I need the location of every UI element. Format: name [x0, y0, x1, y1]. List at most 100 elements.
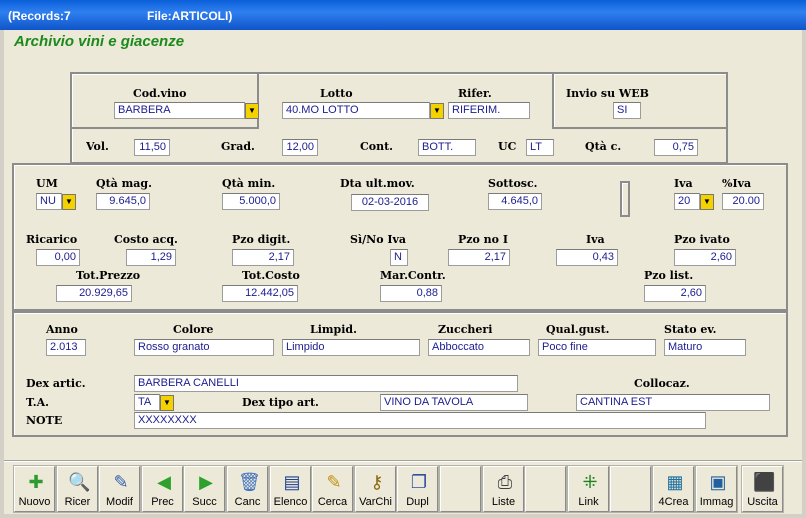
anno-label: Anno — [46, 323, 78, 336]
toolbar-button-label: Nuovo — [18, 496, 51, 508]
totcosto-field[interactable]: 12.442,05 — [222, 285, 298, 302]
page-title: Archivio vini e giacenze — [14, 33, 185, 50]
sottosc-label: Sottosc. — [488, 177, 538, 190]
piva-field[interactable]: 20.00 — [722, 193, 764, 210]
web-field[interactable]: SI — [613, 102, 641, 119]
marcontr-field[interactable]: 0,88 — [380, 285, 442, 302]
uc-label: UC — [498, 140, 517, 153]
toolbar-button-label: Uscita — [747, 496, 778, 508]
toolbar-button-label: Canc — [234, 496, 261, 508]
cod-vino-box — [70, 72, 259, 129]
sino-label: Sì/No Iva — [350, 233, 407, 246]
sino-field[interactable]: N — [390, 249, 408, 266]
uc-field[interactable]: LT — [526, 139, 554, 156]
prec-button[interactable]: ◀ Prec — [141, 465, 184, 513]
ricarico-label: Ricarico — [26, 233, 78, 246]
dextipo-label: Dex tipo art. — [242, 396, 319, 409]
costo-label: Costo acq. — [114, 233, 178, 246]
cod-vino-field[interactable]: BARBERA — [114, 102, 245, 119]
arrow-right-icon: ▶ — [199, 472, 213, 492]
cerca-button[interactable]: ✎ Cerca — [311, 465, 354, 513]
elenco-button[interactable]: ▤ Elenco — [269, 465, 312, 513]
qtac-label: Qtà c. — [585, 140, 622, 153]
lotto-dropdown-icon[interactable]: ▼ — [430, 103, 444, 119]
qual-field[interactable]: Poco fine — [538, 339, 656, 356]
qtamin-field[interactable]: 5.000,0 — [222, 193, 280, 210]
pzodig-field[interactable]: 2,17 — [232, 249, 294, 266]
dextipo-field[interactable]: VINO DA TAVOLA — [380, 394, 528, 411]
lotto-label: Lotto — [320, 87, 353, 100]
piva-label: %Iva — [722, 177, 752, 190]
toolbar-button-label: Liste — [491, 496, 516, 508]
toolbar-button-label: Succ — [192, 496, 217, 508]
pzolist-label: Pzo list. — [644, 269, 694, 282]
colloc-field[interactable]: CANTINA EST — [576, 394, 770, 411]
uscita-button[interactable]: ⬛ Uscita — [741, 465, 784, 513]
toolbar-button-label: Modif — [106, 496, 133, 508]
limpid-field[interactable]: Limpido — [282, 339, 420, 356]
4crea-button[interactable]: ▦ 4Crea — [652, 465, 695, 513]
ta-dropdown-icon[interactable]: ▼ — [160, 395, 174, 411]
totprezzo-field[interactable]: 20.929,65 — [56, 285, 132, 302]
colore-label: Colore — [173, 323, 214, 336]
pzolist-field[interactable]: 2,60 — [644, 285, 706, 302]
anno-field[interactable]: 2.013 — [46, 339, 86, 356]
colore-field[interactable]: Rosso granato — [134, 339, 274, 356]
canc-button[interactable]: 🗑 Canc — [226, 465, 269, 513]
vol-field[interactable]: 11,50 — [134, 139, 170, 156]
zuccheri-label: Zuccheri — [438, 323, 493, 336]
immag-button[interactable]: ▣ Immag — [695, 465, 738, 513]
colloc-label: Collocaz. — [634, 377, 690, 390]
file-name: File:ARTICOLI) — [147, 9, 233, 23]
um-dropdown-icon[interactable]: ▼ — [62, 194, 76, 210]
costo-field[interactable]: 1,29 — [126, 249, 176, 266]
new-record-icon: ✚ — [28, 472, 44, 492]
lotto-field[interactable]: 40.MO LOTTO — [282, 102, 430, 119]
iva2-field[interactable]: 0,43 — [556, 249, 618, 266]
sottosc-field[interactable]: 4.645,0 — [488, 193, 542, 210]
rifer-field[interactable]: RIFERIM. — [448, 102, 530, 119]
find-icon: ✎ — [326, 472, 342, 492]
title-bar: (Records:7 File:ARTICOLI) — [0, 0, 806, 30]
qtac-field[interactable]: 0,75 — [654, 139, 698, 156]
link-button[interactable]: ⁜ Link — [567, 465, 610, 513]
iva2-label: Iva — [586, 233, 605, 246]
qual-label: Qual.gust. — [546, 323, 610, 336]
link-icon: ⁜ — [582, 472, 598, 492]
ta-field[interactable]: TA — [134, 394, 160, 411]
stato-field[interactable]: Maturo — [664, 339, 746, 356]
um-field[interactable]: NU — [36, 193, 62, 210]
varchi-button[interactable]: ⚷ VarChi — [354, 465, 397, 513]
empty-button[interactable] — [524, 465, 567, 513]
note-field[interactable]: XXXXXXXX — [134, 412, 706, 429]
pzonoi-label: Pzo no I — [458, 233, 508, 246]
iva-dropdown-icon[interactable]: ▼ — [700, 194, 714, 210]
cod-vino-dropdown-icon[interactable]: ▼ — [245, 103, 259, 119]
dupl-button[interactable]: ❐ Dupl — [396, 465, 439, 513]
image-icon: ▣ — [709, 472, 727, 492]
cont-field[interactable]: BOTT. — [418, 139, 476, 156]
qtamag-field[interactable]: 9.645,0 — [96, 193, 150, 210]
grad-label: Grad. — [221, 140, 255, 153]
totprezzo-label: Tot.Prezzo — [76, 269, 141, 282]
nuovo-button[interactable]: ✚ Nuovo — [13, 465, 56, 513]
ricarico-field[interactable]: 0,00 — [36, 249, 80, 266]
dta-field[interactable]: 02-03-2016 — [351, 194, 429, 211]
cod-vino-label: Cod.vino — [133, 87, 187, 100]
dex-field[interactable]: BARBERA CANELLI — [134, 375, 518, 392]
qtamin-label: Qtà min. — [222, 177, 276, 190]
succ-button[interactable]: ▶ Succ — [183, 465, 226, 513]
ricer-button[interactable]: 🔍 Ricer — [56, 465, 99, 513]
pzonoi-field[interactable]: 2,17 — [448, 249, 510, 266]
empty-button[interactable] — [439, 465, 482, 513]
iva-field[interactable]: 20 — [674, 193, 700, 210]
modif-button[interactable]: ✎ Modif — [98, 465, 141, 513]
zuccheri-field[interactable]: Abboccato — [428, 339, 530, 356]
toolbar-button-label: Dupl — [406, 496, 429, 508]
grad-field[interactable]: 12,00 — [282, 139, 318, 156]
liste-button[interactable]: ⎙ Liste — [482, 465, 525, 513]
empty-button[interactable] — [609, 465, 652, 513]
empty-icon — [621, 471, 643, 493]
note-label: NOTE — [26, 414, 63, 427]
pzoiv-field[interactable]: 2,60 — [674, 249, 736, 266]
